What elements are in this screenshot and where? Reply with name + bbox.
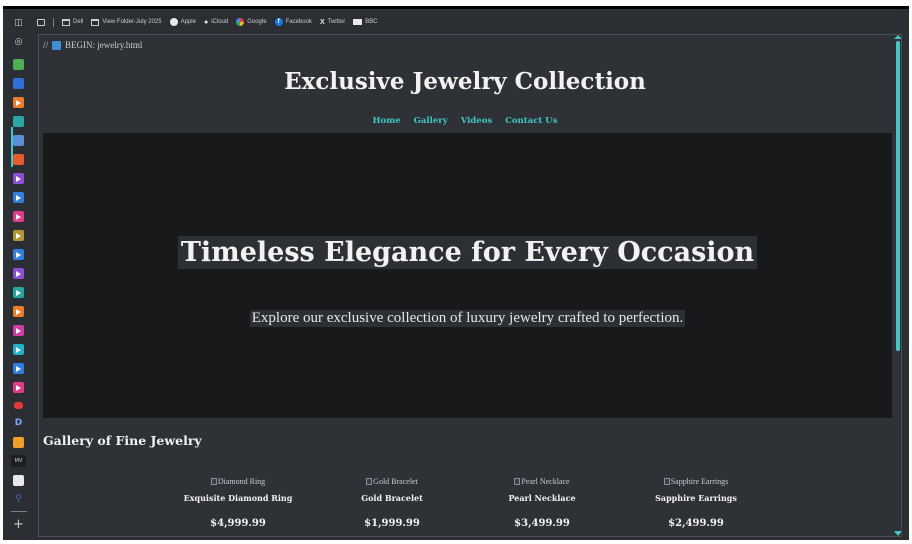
bookmark-google[interactable]: Google — [236, 18, 267, 26]
v-icon[interactable] — [13, 475, 24, 486]
bookmarks-bar: Dell View Folder-July 2025 Apple ● iClou… — [37, 13, 378, 31]
main-nav: Home Gallery Videos Contact Us — [39, 116, 891, 126]
d-icon[interactable]: D — [11, 417, 26, 429]
facebook-icon: f — [274, 18, 283, 26]
product-image[interactable]: Diamond Ring — [163, 477, 313, 486]
product-name: Pearl Necklace — [508, 493, 576, 503]
preview-panel: // BEGIN: jewelry.html Exclusive Jewelry… — [38, 34, 902, 537]
product-image[interactable]: Sapphire Earrings — [621, 477, 771, 486]
bookmark-facebook[interactable]: f Facebook — [274, 18, 312, 26]
product-card[interactable]: Pearl Necklace Pearl Necklace $3,499.99 — [467, 477, 617, 529]
app-orange-icon[interactable] — [13, 97, 24, 108]
product-name: Sapphire Earrings — [655, 493, 737, 503]
tab-icon[interactable] — [37, 18, 45, 26]
product-name: Exquisite Diamond Ring — [183, 493, 293, 503]
product-price: $1,999.99 — [364, 518, 420, 529]
youtube-icon[interactable] — [14, 402, 23, 409]
nav-gallery[interactable]: Gallery — [414, 116, 448, 126]
bookmark-icloud[interactable]: ● iCloud — [204, 19, 228, 26]
play-blue2-icon[interactable] — [13, 249, 24, 260]
product-price: $3,499.99 — [514, 518, 570, 529]
sidebar-divider — [11, 511, 27, 512]
bbc-icon — [353, 19, 363, 25]
product-price: $2,499.99 — [668, 518, 724, 529]
bookmark-view-folder[interactable]: View Folder-July 2025 — [91, 18, 162, 26]
play-blue-icon[interactable] — [13, 192, 24, 203]
app-amber-icon[interactable] — [13, 437, 24, 448]
product-price: $4,999.99 — [210, 518, 266, 529]
bookmark-bbc[interactable]: BBC — [353, 19, 378, 25]
broken-image-icon — [210, 478, 217, 485]
play-purple-icon[interactable] — [13, 173, 24, 184]
play-fuchsia-icon[interactable] — [13, 382, 24, 393]
scroll-down-arrow-icon[interactable] — [894, 531, 901, 536]
folder-icon — [62, 18, 70, 26]
sidebar-icon[interactable]: ◫ — [11, 17, 26, 29]
broken-image-icon — [663, 478, 670, 485]
app-blue-icon[interactable] — [13, 78, 24, 89]
add-icon[interactable]: + — [11, 517, 26, 532]
app-red-orange-icon[interactable] — [13, 154, 24, 165]
product-name: Gold Bracelet — [361, 493, 423, 503]
hero-title: Timeless Elegance for Every Occasion — [177, 236, 758, 269]
product-card[interactable]: Diamond Ring Exquisite Diamond Ring $4,9… — [163, 477, 313, 529]
scroll-up-arrow-icon[interactable] — [894, 35, 901, 39]
play-teal-icon[interactable] — [13, 287, 24, 298]
broken-image-icon — [366, 478, 373, 485]
bookmark-apple[interactable]: Apple — [169, 18, 196, 26]
browser-frame: ◫ ◎ D MV ⚲ + Dell View Folder-July 2025 … — [3, 6, 909, 540]
apple-icon — [169, 18, 178, 26]
gallery-title: Gallery of Fine Jewelry — [43, 433, 202, 448]
product-card[interactable]: Gold Bracelet Gold Bracelet $1,999.99 — [317, 477, 467, 529]
x-icon: X — [319, 18, 325, 26]
nav-videos[interactable]: Videos — [461, 116, 492, 126]
play-violet-icon[interactable] — [13, 268, 24, 279]
hero-subtitle: Explore our exclusive collection of luxu… — [249, 310, 686, 327]
bookmarks-divider — [53, 17, 54, 27]
app-sidebar: ◫ ◎ D MV ⚲ + — [3, 9, 33, 540]
nav-home[interactable]: Home — [373, 116, 401, 126]
play-cyan-icon[interactable] — [13, 344, 24, 355]
bookmark-twitter[interactable]: X Twitter — [320, 19, 345, 26]
play-magenta-icon[interactable] — [13, 325, 24, 336]
app-green-icon[interactable] — [13, 59, 24, 70]
code-comment: // BEGIN: jewelry.html — [43, 40, 143, 50]
mv-icon[interactable]: MV — [11, 455, 26, 467]
site-title: Exclusive Jewelry Collection — [284, 68, 646, 95]
app-teal-icon[interactable] — [13, 116, 24, 127]
search-icon[interactable]: ⚲ — [11, 493, 26, 505]
product-image[interactable]: Pearl Necklace — [467, 477, 617, 486]
scrollbar-thumb[interactable] — [896, 41, 900, 351]
product-card[interactable]: Sapphire Earrings Sapphire Earrings $2,4… — [621, 477, 771, 529]
folder-icon — [91, 18, 100, 26]
play-pink-icon[interactable] — [13, 211, 24, 222]
hero-section: Timeless Elegance for Every Occasion Exp… — [43, 133, 892, 418]
app-multi-icon[interactable] — [13, 135, 24, 146]
play-orange-icon[interactable] — [13, 306, 24, 317]
google-icon — [236, 18, 245, 26]
html-file-icon — [52, 40, 62, 50]
globe-icon[interactable]: ◎ — [11, 36, 26, 48]
product-image[interactable]: Gold Bracelet — [317, 477, 467, 486]
apple-icon: ● — [203, 18, 209, 26]
bookmark-dell[interactable]: Dell — [62, 18, 83, 26]
play-olive-icon[interactable] — [13, 230, 24, 241]
broken-image-icon — [514, 478, 521, 485]
play-blue3-icon[interactable] — [13, 363, 24, 374]
nav-contact-us[interactable]: Contact Us — [505, 116, 557, 126]
